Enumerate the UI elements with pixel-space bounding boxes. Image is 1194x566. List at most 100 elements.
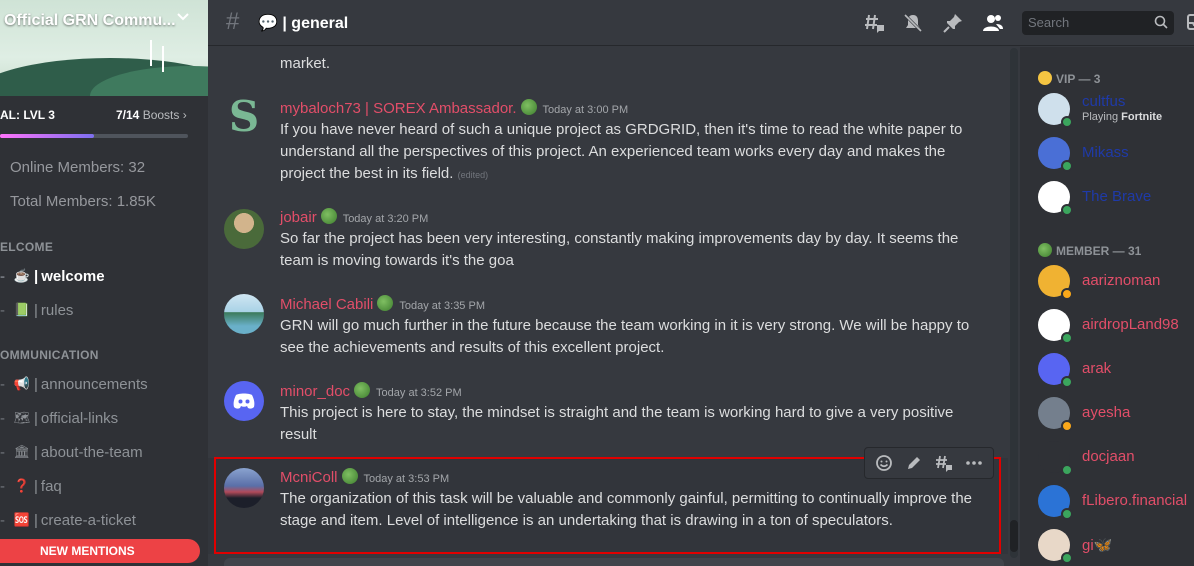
avatar (1038, 441, 1073, 476)
channel-separator: | (34, 511, 38, 529)
channel-name: about-the-team (40, 443, 143, 461)
channel-emoji-icon: 🗺 (13, 410, 31, 425)
more-options-icon[interactable] (963, 452, 985, 474)
category-communication[interactable]: OMMUNICATION (0, 348, 99, 362)
member-item[interactable]: arak (1038, 353, 1194, 393)
category-welcome[interactable]: ELCOME (0, 240, 53, 254)
svg-text:S: S (229, 97, 259, 137)
member-name: aariznoman (1082, 272, 1161, 289)
edited-tag: (edited) (457, 170, 489, 180)
message-author[interactable]: mybaloch73 | SOREX Ambassador. (280, 100, 517, 117)
avatar (1038, 137, 1073, 172)
create-thread-icon[interactable] (933, 452, 955, 474)
status-indicator (1061, 464, 1073, 476)
member-item[interactable]: gi🦋 (1038, 529, 1194, 566)
member-item[interactable]: The Brave (1038, 181, 1194, 221)
avatar (1038, 181, 1073, 216)
message-composer[interactable] (224, 558, 1004, 566)
message-scrollbar-thumb[interactable] (1010, 520, 1018, 552)
total-members-stat[interactable]: Total Members: 1.85K (10, 193, 156, 210)
message-author[interactable]: jobair (280, 209, 317, 226)
member-category-header: MEMBER — 31 (1038, 243, 1141, 258)
hash-icon: - (0, 375, 5, 393)
member-name: airdropLand98 (1082, 316, 1179, 333)
channel-header: # 💬 | general Search (208, 0, 1194, 46)
inbox-icon[interactable] (1186, 12, 1194, 37)
message-header: jobair Today at 3:20 PM (280, 208, 428, 226)
channel-name: announcements (40, 375, 148, 393)
hash-icon: - (0, 409, 5, 427)
channel-emoji-icon: 📢 (13, 376, 31, 391)
boost-goal-row[interactable]: AL: LVL 3 7/14 Boosts › (0, 106, 208, 126)
online-members-stat[interactable]: Online Members: 32 (10, 159, 145, 176)
search-input[interactable]: Search (1022, 11, 1174, 35)
channel-separator: | (34, 301, 38, 319)
channel-separator: | (34, 267, 39, 285)
pin-icon[interactable] (942, 12, 964, 34)
channel-about-the-team[interactable]: - 🏛 | about-the-team (0, 437, 200, 467)
boost-progress-bar (0, 134, 188, 138)
channel-emoji-icon: 🆘 (13, 512, 31, 527)
message-scrollbar-track[interactable] (1010, 48, 1018, 558)
vip-category-header: VIP — 3 (1038, 71, 1100, 86)
new-mentions-button[interactable]: NEW MENTIONS (0, 539, 200, 563)
channel-create-a-ticket[interactable]: - 🆘 | create-a-ticket (0, 505, 200, 535)
message-author[interactable]: minor_doc (280, 383, 350, 400)
message-author[interactable]: Michael Cabili (280, 296, 373, 313)
hash-icon: - (0, 267, 5, 285)
channel-emoji-icon: 🏛 (13, 444, 31, 459)
status-indicator (1061, 332, 1073, 344)
channel-announcements[interactable]: - 📢 | announcements (0, 369, 200, 399)
channel-separator: | (34, 477, 38, 495)
member-list: VIP — 3 MEMBER — 31 cultfus Playing Fortn… (1020, 47, 1194, 566)
member-item[interactable]: aariznoman (1038, 265, 1194, 305)
status-indicator (1061, 552, 1073, 564)
channel-welcome[interactable]: - ☕ | welcome (0, 261, 200, 291)
sunglasses-emoji-icon (1038, 71, 1052, 85)
channel-name: official-links (40, 409, 119, 427)
channel-name: welcome (41, 267, 105, 285)
avatar[interactable] (224, 209, 264, 249)
channel-name: faq (40, 477, 62, 495)
add-reaction-icon[interactable] (873, 452, 895, 474)
server-name[interactable]: Official GRN Commu... (4, 12, 176, 30)
message-text: GRN will go much further in the future b… (280, 317, 970, 356)
message-text: This project is here to stay, the mindse… (280, 404, 954, 443)
status-indicator (1061, 160, 1073, 172)
avatar[interactable]: S (224, 97, 264, 137)
boost-progress-fill (0, 134, 94, 138)
avatar[interactable] (224, 294, 264, 334)
member-activity: Playing Fortnite (1082, 111, 1163, 123)
channel-title: 💬 | general (258, 15, 349, 32)
channel-rules[interactable]: - 📗 | rules (0, 295, 200, 325)
search-icon (1154, 15, 1168, 32)
member-item[interactable]: fLibero.financial (1038, 485, 1194, 525)
member-item[interactable]: docjaan (1038, 441, 1194, 481)
discord-avatar-icon[interactable] (224, 381, 264, 421)
member-item[interactable]: Mikass (1038, 137, 1194, 177)
edit-pencil-icon[interactable] (903, 452, 925, 474)
tree-role-icon (377, 295, 394, 311)
channel-separator: | (34, 409, 38, 427)
server-sidebar: Official GRN Commu... AL: LVL 3 7/14 Boo… (0, 0, 208, 566)
channel-faq[interactable]: - ❓ | faq (0, 471, 200, 501)
member-name: fLibero.financial (1082, 492, 1188, 509)
message-header: minor_doc Today at 3:52 PM (280, 382, 462, 400)
tree-role-icon (320, 208, 337, 224)
channel-emoji-icon: ☕ (13, 268, 31, 283)
channel-official-links[interactable]: - 🗺 | official-links (0, 403, 200, 433)
avatar (1038, 485, 1073, 520)
channel-name: create-a-ticket (40, 511, 136, 529)
threads-icon[interactable] (864, 12, 886, 34)
member-name: docjaan (1082, 448, 1135, 465)
member-item[interactable]: ayesha (1038, 397, 1194, 437)
member-item[interactable]: airdropLand98 (1038, 309, 1194, 349)
message-header: Michael Cabili Today at 3:35 PM (280, 295, 485, 313)
mute-bell-icon[interactable] (902, 12, 924, 34)
chevron-down-icon[interactable] (176, 10, 190, 27)
channel-separator: | (34, 443, 38, 461)
member-item[interactable]: cultfus Playing Fortnite (1038, 93, 1194, 133)
message-timestamp: Today at 3:35 PM (399, 300, 485, 312)
members-icon[interactable] (982, 12, 1004, 34)
status-indicator (1061, 376, 1073, 388)
